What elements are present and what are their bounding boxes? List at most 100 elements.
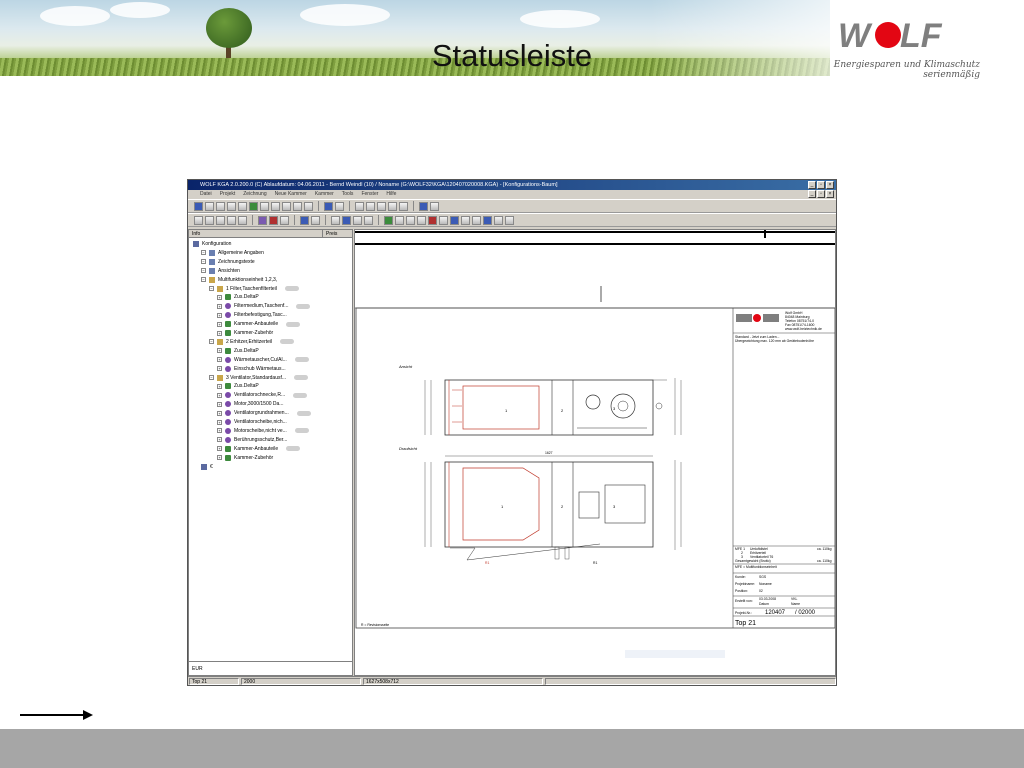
expand-toggle-icon[interactable]: +	[217, 321, 222, 327]
expand-toggle-icon[interactable]: −	[209, 339, 214, 345]
water-icon[interactable]	[450, 215, 459, 225]
zoom-in-icon[interactable]	[388, 201, 397, 211]
car-icon[interactable]	[428, 215, 437, 225]
tree-item[interactable]: + Filterbefestigung,Tasc...	[217, 311, 287, 319]
tree-item[interactable]: + Zus.DeltaP	[217, 382, 259, 390]
doc-minimize-button[interactable]: _	[808, 190, 816, 198]
save-icon[interactable]	[227, 215, 236, 225]
tree-item[interactable]: + Wärmetauscher,Cu/Al...	[217, 356, 309, 364]
expand-toggle-icon[interactable]: −	[201, 250, 206, 256]
grid-tool-icon[interactable]	[227, 201, 236, 211]
circle-tool-icon[interactable]	[293, 201, 302, 211]
open-folder-icon[interactable]	[205, 215, 214, 225]
expand-toggle-icon[interactable]: +	[217, 392, 222, 398]
expand-toggle-icon[interactable]: −	[201, 268, 206, 274]
menu-projekt[interactable]: Projekt	[220, 190, 236, 199]
arrow-move-icon[interactable]	[335, 201, 344, 211]
tree-item[interactable]: + Filtermedium,Taschenf...	[217, 302, 311, 310]
tree-item[interactable]: − 1 Filter,Taschenfilterteil	[209, 285, 299, 293]
new-file-icon[interactable]	[194, 215, 203, 225]
export-icon[interactable]	[311, 215, 320, 225]
chamber-icon[interactable]	[342, 215, 351, 225]
tree-item[interactable]: Konfiguration	[193, 240, 231, 248]
monitor-tool-icon[interactable]	[282, 201, 291, 211]
minimize-button[interactable]: _	[808, 181, 816, 189]
doc-restore-button[interactable]: ▫	[817, 190, 825, 198]
undo-icon[interactable]	[419, 201, 428, 211]
tree-item[interactable]: + Kammer-Zubehör	[217, 454, 273, 462]
arrow-right-icon[interactable]	[324, 201, 333, 211]
window-icon[interactable]	[377, 201, 386, 211]
expand-toggle-icon[interactable]: +	[217, 357, 222, 363]
speaker-icon[interactable]	[300, 215, 309, 225]
doc-close-button[interactable]: ×	[826, 190, 834, 198]
tree-item[interactable]: €	[201, 463, 213, 471]
menu-tools[interactable]: Tools	[342, 190, 354, 199]
tree-item[interactable]: − 2 Erhitzer,Erhitzerteil	[209, 338, 295, 346]
tree-item[interactable]: − Ansichten	[201, 267, 240, 275]
expand-toggle-icon[interactable]: +	[217, 312, 222, 318]
expand-toggle-icon[interactable]: +	[217, 419, 222, 425]
column-header-preis[interactable]: Preis	[322, 230, 352, 237]
cut-icon[interactable]	[472, 215, 481, 225]
grid-view-icon[interactable]	[366, 201, 375, 211]
expand-toggle-icon[interactable]: +	[217, 330, 222, 336]
expand-toggle-icon[interactable]: +	[217, 348, 222, 354]
rectangle-tool-icon[interactable]	[260, 201, 269, 211]
tree-icon[interactable]	[384, 215, 393, 225]
menu-datei[interactable]: Datei	[200, 190, 212, 199]
redo-icon[interactable]	[430, 201, 439, 211]
euro-icon[interactable]	[439, 215, 448, 225]
menu-neue-kammer[interactable]: Neue Kammer	[275, 190, 307, 199]
expand-toggle-icon[interactable]: −	[201, 277, 206, 283]
expand-toggle-icon[interactable]: +	[217, 428, 222, 434]
table-icon[interactable]	[353, 215, 362, 225]
menu-kammer[interactable]: Kammer	[315, 190, 334, 199]
zoom-out-icon[interactable]	[399, 201, 408, 211]
component-icon[interactable]	[258, 215, 267, 225]
window-list-icon[interactable]	[280, 215, 289, 225]
copy-icon[interactable]	[364, 215, 373, 225]
expand-toggle-icon[interactable]: −	[201, 259, 206, 265]
tree-item[interactable]: − Zeichnungstexte	[201, 258, 255, 266]
tree-item[interactable]: − Allgemeine Angaben	[201, 249, 264, 257]
maximize-button[interactable]: ▫	[817, 181, 825, 189]
list-icon[interactable]	[395, 215, 404, 225]
tree-item[interactable]: + Ventilatorscheibe,nich...	[217, 418, 287, 426]
tree-item[interactable]: + Motorscheibe,nicht ve...	[217, 427, 309, 435]
tree-item[interactable]: + Berührungsschutz,Ber...	[217, 436, 287, 444]
tree-item[interactable]: + Kammer-Anbauteile	[217, 320, 301, 328]
heat-icon[interactable]	[269, 215, 278, 225]
tree-item[interactable]: + Einschub Wärmetaus...	[217, 365, 286, 373]
print-icon[interactable]	[355, 201, 364, 211]
dxf-icon[interactable]	[461, 215, 470, 225]
save-as-icon[interactable]	[238, 215, 247, 225]
tree-item[interactable]: + Kammer-Zubehör	[217, 329, 273, 337]
wall-tool-icon[interactable]	[194, 201, 203, 211]
rotate-tool-icon[interactable]	[249, 201, 258, 211]
expand-toggle-icon[interactable]: −	[209, 375, 214, 380]
expand-toggle-icon[interactable]: +	[217, 410, 222, 416]
close-button[interactable]: ×	[826, 181, 834, 189]
expand-toggle-icon[interactable]: +	[217, 366, 222, 372]
tree-item[interactable]: + Zus.DeltaP	[217, 293, 259, 301]
chart-icon[interactable]	[406, 215, 415, 225]
expand-toggle-icon[interactable]: −	[209, 286, 214, 291]
tree-item[interactable]: − Multifunktionseinheit 1,2,3,	[201, 276, 277, 284]
diagonal-tool-icon[interactable]	[216, 201, 225, 211]
expand-toggle-icon[interactable]: +	[217, 437, 222, 443]
menu-hilfe[interactable]: Hilfe	[386, 190, 396, 199]
text-tool-icon[interactable]	[417, 215, 426, 225]
line-tool-icon[interactable]	[205, 201, 214, 211]
tree-item[interactable]: + Zus.DeltaP	[217, 347, 259, 355]
column-header-info[interactable]: Info	[189, 230, 322, 237]
bars-tool-icon[interactable]	[238, 201, 247, 211]
expand-toggle-icon[interactable]: +	[217, 446, 222, 452]
tree-item[interactable]: + Motor,3000/1500 Da...	[217, 400, 283, 408]
expand-toggle-icon[interactable]: +	[217, 455, 222, 461]
menu-fenster[interactable]: Fenster	[361, 190, 378, 199]
menu-zeichnung[interactable]: Zeichnung	[243, 190, 266, 199]
tree-item[interactable]: + Kammer-Anbauteile	[217, 445, 301, 453]
settings-icon[interactable]	[216, 215, 225, 225]
block-tool-icon[interactable]	[304, 201, 313, 211]
